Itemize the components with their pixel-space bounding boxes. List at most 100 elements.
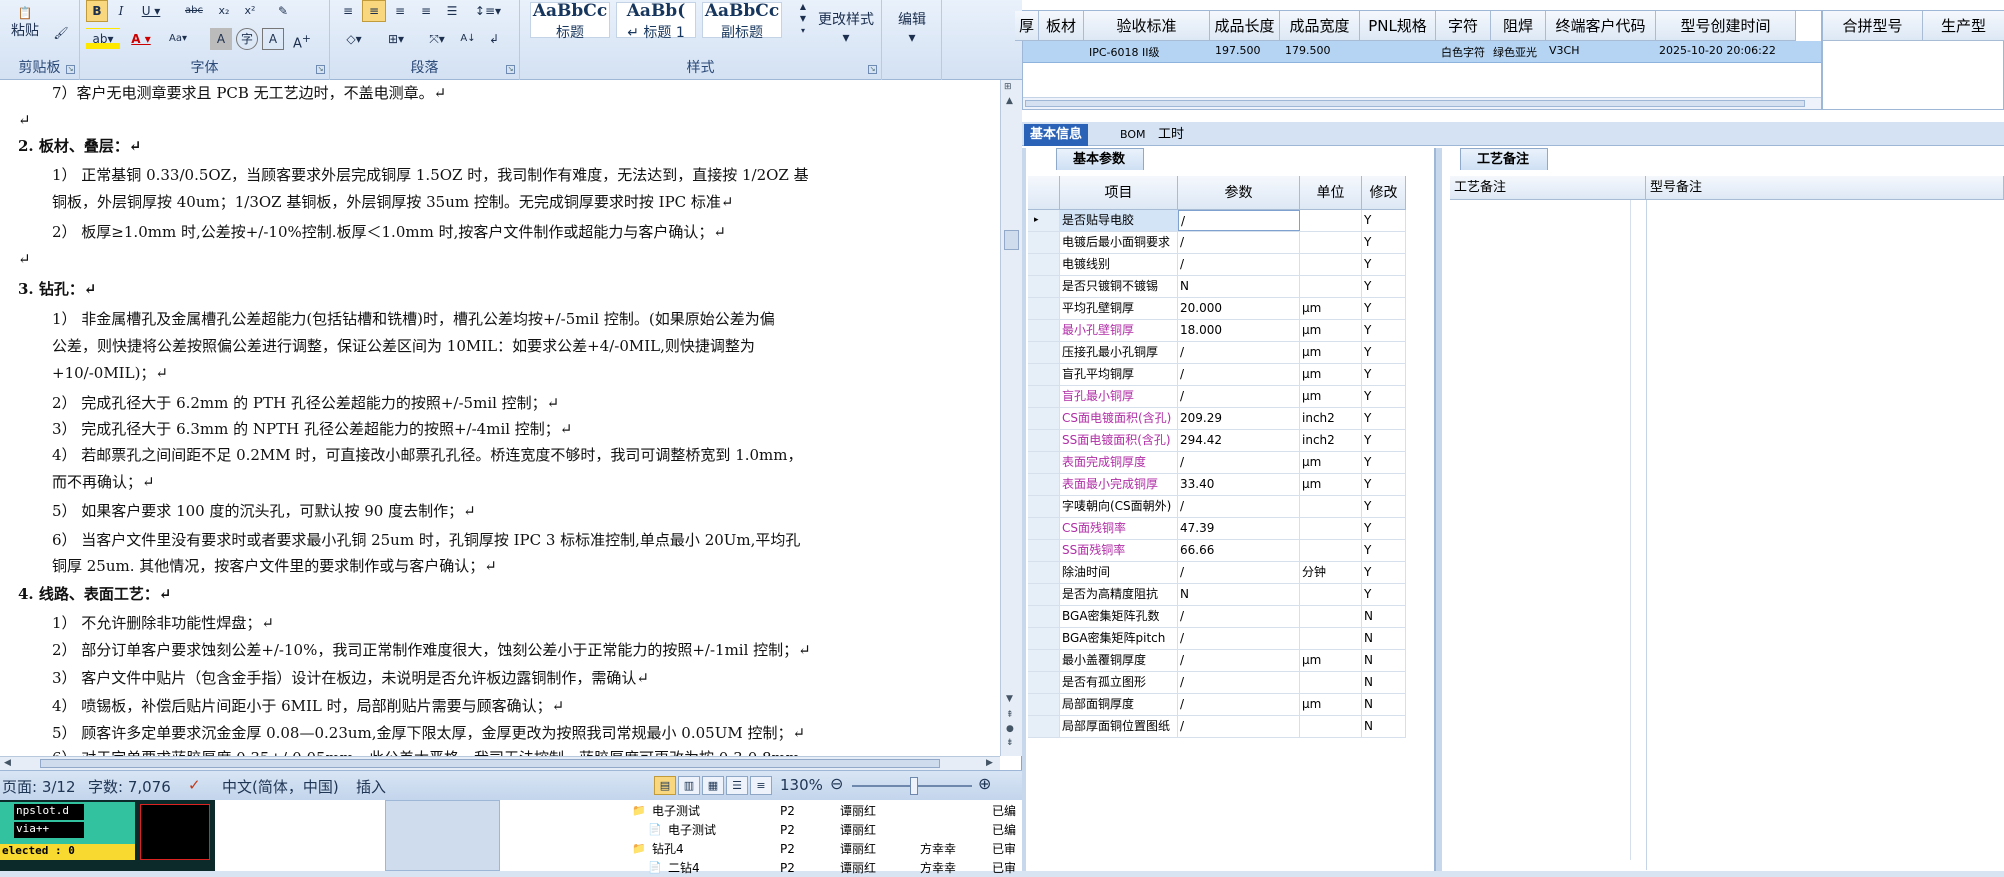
param-row[interactable]: 最小孔壁铜厚 18.000 μm Y: [1028, 320, 1406, 342]
grid-column-header[interactable]: 成品宽度: [1280, 11, 1360, 41]
scroll-down-icon[interactable]: ▼: [1006, 694, 1013, 704]
param-row[interactable]: 除油时间 / 分钟 Y: [1028, 562, 1406, 584]
param-column-header[interactable]: 单位: [1300, 176, 1362, 210]
style-card-title[interactable]: AaBbCc 标题: [530, 2, 610, 41]
row-indicator[interactable]: [1028, 672, 1060, 693]
paste-button[interactable]: 📋 粘贴: [6, 6, 44, 54]
h-scroll-thumb[interactable]: [40, 759, 940, 768]
param-row[interactable]: 局部厚面铜位置图纸 / N: [1028, 716, 1406, 738]
web-layout-icon[interactable]: ▦: [702, 776, 724, 795]
styles-launcher-icon[interactable]: ↘: [868, 65, 877, 74]
grow-font-button[interactable]: A+: [290, 28, 314, 51]
param-column-header[interactable]: 修改: [1362, 176, 1406, 210]
word-count[interactable]: 字数: 7,076: [88, 776, 171, 797]
sort-icon[interactable]: A↓: [456, 28, 480, 50]
highlight-button[interactable]: ab▾: [86, 28, 120, 50]
zoom-in-icon[interactable]: ⊕: [978, 774, 991, 793]
show-marks-icon[interactable]: ↲: [482, 28, 506, 50]
param-value[interactable]: 294.42: [1178, 430, 1300, 451]
row-indicator[interactable]: ▸: [1028, 210, 1060, 231]
shading-icon[interactable]: ◇▾: [336, 28, 372, 50]
tree-row[interactable]: 📁 钻孔4 P2 谭丽红 方幸幸 已审: [620, 840, 1040, 858]
param-row[interactable]: 电镀线别 / Y: [1028, 254, 1406, 276]
model-remark-header[interactable]: 型号备注: [1646, 176, 2004, 200]
grid-scroll-thumb[interactable]: [1025, 100, 1805, 107]
param-value[interactable]: /: [1178, 210, 1300, 231]
row-indicator[interactable]: [1028, 496, 1060, 517]
prev-page-icon[interactable]: ⇞: [1006, 710, 1014, 720]
grid-horizontal-scrollbar[interactable]: [1023, 97, 1821, 109]
styles-scroll-icon[interactable]: ▲ ▼ ▾: [796, 0, 810, 38]
row-indicator[interactable]: [1028, 694, 1060, 715]
row-indicator[interactable]: [1028, 386, 1060, 407]
scroll-up-icon[interactable]: ▲: [1006, 96, 1013, 106]
grid-column-header[interactable]: 成品长度: [1210, 11, 1280, 41]
style-card-subtitle[interactable]: AaBbCc 副标题: [702, 2, 782, 41]
font-color-button[interactable]: A ▾: [124, 28, 158, 50]
tree-row[interactable]: 📁 电子测试 P2 谭丽红 已编: [620, 802, 1040, 820]
param-value[interactable]: /: [1178, 386, 1300, 407]
tab-basic-info[interactable]: 基本信息: [1024, 124, 1089, 146]
row-indicator[interactable]: [1028, 584, 1060, 605]
param-row[interactable]: 电镀后最小面铜要求 / Y: [1028, 232, 1406, 254]
row-indicator[interactable]: [1028, 408, 1060, 429]
draft-view-icon[interactable]: ≡: [750, 776, 772, 795]
param-value[interactable]: 33.40: [1178, 474, 1300, 495]
grid-column-header[interactable]: 终端客户代码: [1546, 11, 1656, 41]
param-value[interactable]: /: [1178, 628, 1300, 649]
param-value[interactable]: /: [1178, 342, 1300, 363]
tab-hours[interactable]: 工时: [1152, 124, 1190, 146]
param-value[interactable]: 66.66: [1178, 540, 1300, 561]
param-row[interactable]: 平均孔壁铜厚 20.000 μm Y: [1028, 298, 1406, 320]
zoom-slider-thumb[interactable]: [910, 777, 918, 795]
row-indicator[interactable]: [1028, 518, 1060, 539]
param-row[interactable]: 是否为高精度阻抗 N Y: [1028, 584, 1406, 606]
bold-button[interactable]: B: [86, 0, 108, 22]
clear-format-icon[interactable]: ✎: [270, 0, 296, 22]
font-launcher-icon[interactable]: ↘: [316, 65, 325, 74]
editing-button[interactable]: 编辑 ▾: [888, 10, 936, 46]
grid-column-header[interactable]: 字符: [1436, 11, 1491, 41]
scroll-right-icon[interactable]: ▶: [986, 758, 993, 768]
language-indicator[interactable]: 中文(简体，中国): [222, 776, 339, 797]
param-value[interactable]: /: [1178, 254, 1300, 275]
selected-model-row[interactable]: IPC-6018 II级 197.500 179.500 白色字符 绿色亚光 V3CH 20…: [1023, 41, 1821, 63]
tree-row[interactable]: 📄 电子测试 P2 谭丽红 已编: [620, 821, 1040, 839]
param-row[interactable]: 最小盖覆铜厚度 / μm N: [1028, 650, 1406, 672]
asian-layout-icon[interactable]: ⤧▾: [422, 28, 452, 50]
strikethrough-button[interactable]: abc: [180, 0, 208, 22]
char-shading-button[interactable]: A: [210, 28, 232, 50]
param-row[interactable]: 局部面铜厚度 / μm N: [1028, 694, 1406, 716]
subscript-button[interactable]: x₂: [212, 0, 236, 22]
grid-column-header[interactable]: 板材: [1039, 11, 1084, 41]
row-indicator[interactable]: [1028, 430, 1060, 451]
style-card-heading1[interactable]: AaBb( ↵ 标题 1: [616, 2, 696, 41]
param-value[interactable]: 18.000: [1178, 320, 1300, 341]
row-indicator[interactable]: [1028, 650, 1060, 671]
param-row[interactable]: 盲孔最小铜厚 / μm Y: [1028, 386, 1406, 408]
format-painter-icon[interactable]: 🖌: [50, 22, 72, 44]
grid-column-header[interactable]: 厚: [1015, 11, 1039, 41]
row-indicator[interactable]: [1028, 232, 1060, 253]
row-indicator[interactable]: [1028, 716, 1060, 737]
param-row[interactable]: BGA密集矩阵孔数 / N: [1028, 606, 1406, 628]
param-row[interactable]: 压接孔最小孔铜厚 / μm Y: [1028, 342, 1406, 364]
row-indicator[interactable]: [1028, 628, 1060, 649]
param-row[interactable]: 表面最小完成铜厚 33.40 μm Y: [1028, 474, 1406, 496]
param-value[interactable]: N: [1178, 584, 1300, 605]
align-center-icon[interactable]: ≡: [362, 0, 386, 22]
scroll-left-icon[interactable]: ◀: [4, 758, 11, 768]
tab-bom[interactable]: BOM: [1114, 124, 1152, 146]
param-value[interactable]: 47.39: [1178, 518, 1300, 539]
row-indicator[interactable]: [1028, 342, 1060, 363]
zoom-level[interactable]: 130%: [780, 776, 823, 794]
page-indicator[interactable]: 页面: 3/12: [2, 776, 76, 797]
row-indicator[interactable]: [1028, 298, 1060, 319]
param-row[interactable]: BGA密集矩阵pitch / N: [1028, 628, 1406, 650]
param-value[interactable]: /: [1178, 694, 1300, 715]
param-value[interactable]: /: [1178, 650, 1300, 671]
param-value[interactable]: /: [1178, 496, 1300, 517]
param-value[interactable]: /: [1178, 716, 1300, 737]
italic-button[interactable]: I: [110, 0, 132, 22]
document-page[interactable]: 7）客户无电测章要求且 PCB 无工艺边时，不盖电测章。↵ ↵ 2. 板材、叠层：↵…: [0, 80, 1000, 756]
